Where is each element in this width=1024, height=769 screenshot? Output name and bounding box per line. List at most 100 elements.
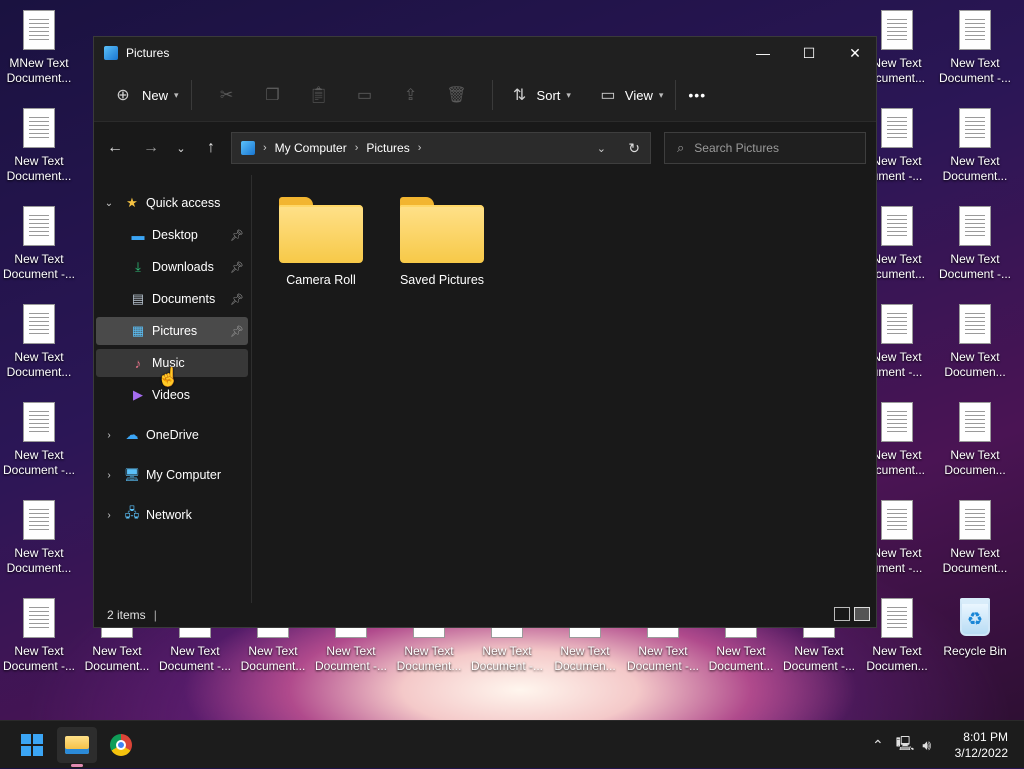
desktop-icon-label: Document... xyxy=(240,659,306,673)
nav-item-downloads[interactable]: ⤓ Downloads 📌︎ xyxy=(96,253,248,281)
pin-icon[interactable]: 📌︎ xyxy=(230,293,244,306)
folder-name: Camera Roll xyxy=(286,273,356,287)
nav-my-computer[interactable]: › 🖥︎ My Computer xyxy=(96,461,248,489)
desktop-file-icon[interactable]: New Text Document... xyxy=(0,492,78,576)
folder-item[interactable]: Camera Roll xyxy=(266,197,376,287)
nav-item-desktop[interactable]: ▬ Desktop 📌︎ xyxy=(96,221,248,249)
desktop-file-icon[interactable]: New Text Documen... xyxy=(936,296,1014,380)
pictures-folder-icon xyxy=(104,46,118,60)
recent-locations-chevron-icon[interactable]: ⌄ xyxy=(166,142,196,155)
nav-item-documents[interactable]: ▤ Documents 📌︎ xyxy=(96,285,248,313)
desktop-icon-label: Document -... xyxy=(938,267,1012,281)
recycle-bin[interactable]: ♻ Recycle Bin xyxy=(936,590,1014,659)
desktop-icon-label: New Text xyxy=(950,56,1000,70)
text-document-icon xyxy=(881,108,913,148)
taskbar-file-explorer[interactable] xyxy=(57,727,97,767)
desktop-icon-label: New Text xyxy=(14,350,64,364)
folder-name: Saved Pictures xyxy=(399,273,485,287)
copy-icon[interactable]: ❐ xyxy=(258,85,288,105)
desktop-icon-label: Document -... xyxy=(2,659,76,673)
desktop-icon-label: Document -... xyxy=(782,659,856,673)
pin-icon[interactable]: 📌︎ xyxy=(230,229,244,242)
desktop-icon-label: MNew Text xyxy=(9,56,69,70)
nav-item-pictures[interactable]: ▦ Pictures 📌︎ xyxy=(96,317,248,345)
chevron-right-icon: › xyxy=(354,142,359,154)
desktop-icon-label: Document -... xyxy=(2,267,76,281)
paste-icon[interactable]: 📋︎ xyxy=(304,85,334,105)
volume-icon[interactable]: 🔊︎ xyxy=(922,737,931,754)
desktop-file-icon[interactable]: New Text Document... xyxy=(0,296,78,380)
desktop-icon-label: New Text xyxy=(872,644,922,658)
desktop-icon-label: Document -... xyxy=(470,659,544,673)
cut-icon[interactable]: ✂ xyxy=(212,85,242,105)
share-icon[interactable]: ⇪ xyxy=(396,85,426,105)
desktop-icon-label: Document... xyxy=(6,561,72,575)
close-button[interactable]: ✕ xyxy=(832,37,878,69)
sort-button[interactable]: ⇅ Sort ▾ xyxy=(505,79,571,111)
rename-icon[interactable]: ▭ xyxy=(350,85,380,105)
breadcrumb-my-computer[interactable]: My Computer xyxy=(275,141,347,155)
title-bar[interactable]: Pictures — ☐ ✕ xyxy=(94,37,876,69)
command-bar: ⊕ New ▾ ✂ ❐ 📋︎ ▭ ⇪ 🗑︎ ⇅ Sort ▾ ▭ View ▾ … xyxy=(94,69,876,122)
folder-item[interactable]: Saved Pictures xyxy=(387,197,497,287)
pin-icon[interactable]: 📌︎ xyxy=(230,261,244,274)
search-icon: ⌕ xyxy=(677,140,685,155)
clock[interactable]: 8:01 PM 3/12/2022 xyxy=(955,729,1008,761)
desktop-file-icon[interactable]: New Text Document -... xyxy=(936,198,1014,282)
active-indicator xyxy=(71,764,83,767)
desktop-file-icon[interactable]: New Text Document -... xyxy=(0,590,78,674)
start-button[interactable] xyxy=(12,727,52,763)
chevron-down-icon: ▾ xyxy=(174,89,179,100)
chevron-down-icon: ▾ xyxy=(566,89,571,100)
view-button[interactable]: ▭ View ▾ xyxy=(593,79,663,111)
address-dropdown-icon[interactable]: ⌄ xyxy=(597,142,606,155)
desktop-icon-label: Document... xyxy=(6,71,72,85)
file-explorer-icon xyxy=(65,736,89,754)
nav-label: Downloads xyxy=(152,260,214,274)
maximize-button[interactable]: ☐ xyxy=(786,37,832,69)
details-view-icon[interactable] xyxy=(834,607,850,621)
close-icon: ✕ xyxy=(849,44,861,61)
desktop-file-icon[interactable]: New Text Document -... xyxy=(936,2,1014,86)
large-icons-view-icon[interactable] xyxy=(854,607,870,621)
desktop-file-icon[interactable]: New Text Document... xyxy=(0,100,78,184)
forward-arrow-icon[interactable]: → xyxy=(136,139,166,157)
text-document-icon xyxy=(959,10,991,50)
desktop-icon-label: New Text xyxy=(92,644,142,658)
desktop-file-icon[interactable]: New Text Document -... xyxy=(0,198,78,282)
more-options-button[interactable]: ••• xyxy=(688,79,706,111)
desktop-file-icon[interactable]: New Text Document... xyxy=(936,100,1014,184)
back-arrow-icon[interactable]: ← xyxy=(100,139,130,157)
new-button[interactable]: ⊕ New ▾ xyxy=(108,79,179,111)
desktop-file-icon[interactable]: New Text Document -... xyxy=(0,394,78,478)
up-arrow-icon[interactable]: ↑ xyxy=(196,139,226,157)
nav-label: My Computer xyxy=(146,468,222,482)
desktop-icon-label: Document... xyxy=(6,365,72,379)
chevron-right-icon: › xyxy=(107,469,111,481)
status-divider: | xyxy=(153,608,157,622)
item-count: 2 items xyxy=(107,608,146,622)
nav-network[interactable]: › 🖧 Network xyxy=(96,501,248,529)
refresh-icon[interactable]: ↻ xyxy=(628,140,640,157)
desktop-file-icon[interactable]: New Text Document... xyxy=(936,492,1014,576)
text-document-icon xyxy=(881,206,913,246)
minimize-button[interactable]: — xyxy=(740,37,786,69)
text-document-icon xyxy=(881,598,913,638)
desktop-file-icon[interactable]: New Text Documen... xyxy=(936,394,1014,478)
network-icon: 🖧 xyxy=(124,505,140,520)
nav-onedrive[interactable]: › ☁ OneDrive xyxy=(96,421,248,449)
address-bar[interactable]: › My Computer › Pictures › ⌄ ↻ xyxy=(231,132,651,164)
file-explorer-window[interactable]: Pictures — ☐ ✕ ⊕ New ▾ ✂ ❐ 📋︎ ▭ ⇪ 🗑︎ ⇅ S… xyxy=(93,36,877,628)
network-status-icon[interactable]: 🖳 xyxy=(896,733,915,757)
taskbar-chrome[interactable] xyxy=(101,727,141,763)
search-box[interactable]: ⌕ Search Pictures xyxy=(664,132,866,164)
breadcrumb-pictures[interactable]: Pictures xyxy=(366,141,409,155)
desktop-icon-label: New Text xyxy=(950,448,1000,462)
desktop-icon-label: Document... xyxy=(6,169,72,183)
show-hidden-icons-chevron-icon[interactable]: ⌃ xyxy=(872,737,884,754)
desktop-file-icon[interactable]: MNew Text Document... xyxy=(0,2,78,86)
delete-icon[interactable]: 🗑︎ xyxy=(442,85,472,105)
pin-icon[interactable]: 📌︎ xyxy=(230,325,244,338)
chevron-down-icon: ⌄ xyxy=(104,197,114,209)
nav-quick-access[interactable]: ⌄ ★ Quick access xyxy=(96,189,248,217)
